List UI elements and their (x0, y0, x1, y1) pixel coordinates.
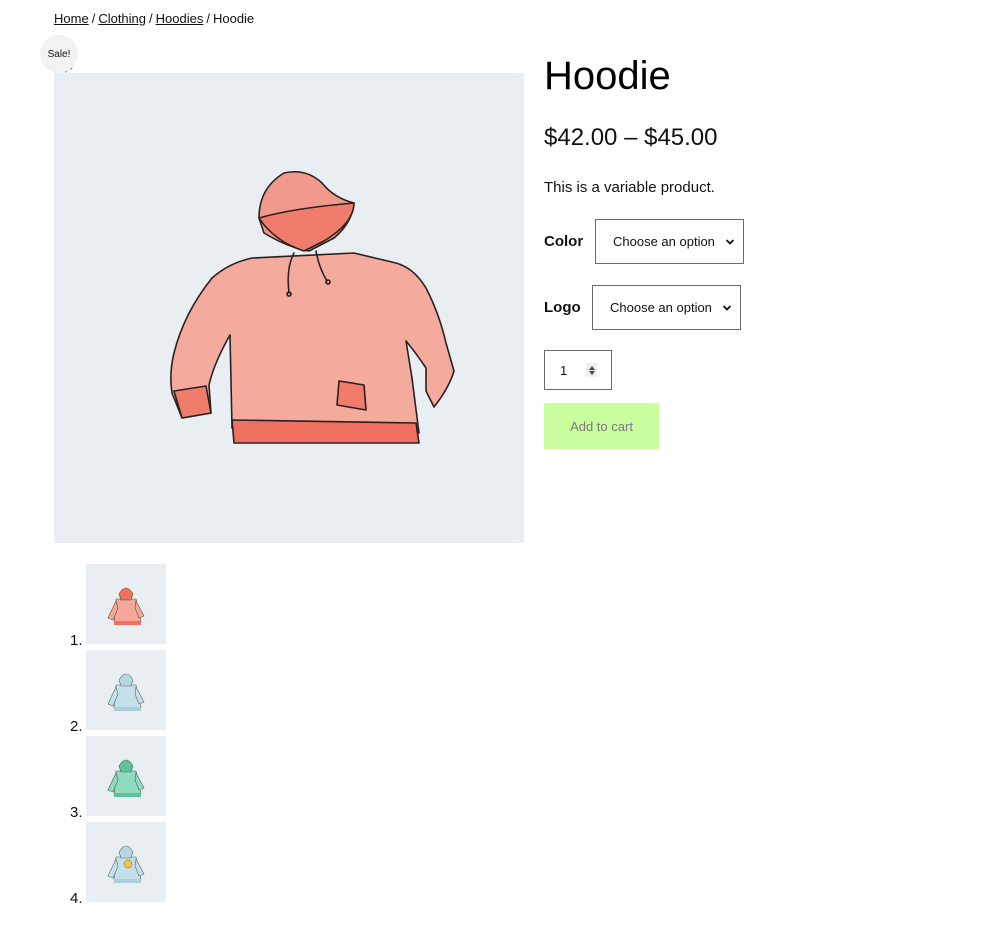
breadcrumb-current: Hoodie (212, 11, 255, 26)
thumbnail-number: 1. (70, 632, 83, 649)
logo-select[interactable]: Choose an option (592, 285, 741, 330)
sale-badge: Sale! (40, 35, 78, 73)
breadcrumb-clothing[interactable]: Clothing (98, 11, 146, 26)
hoodie-thumb-icon (107, 845, 145, 883)
thumbnail-item: 1. (54, 564, 166, 649)
logo-select-value: Choose an option (610, 300, 712, 315)
stepper-down-icon[interactable] (588, 370, 595, 375)
thumbnail-red-hoodie[interactable] (86, 564, 166, 644)
price-range: $42.00 – $45.00 (544, 124, 718, 151)
logo-label: Logo (544, 299, 581, 316)
breadcrumb-separator: / (91, 11, 96, 26)
short-description: This is a variable product. (544, 179, 715, 196)
product-main-image[interactable] (54, 73, 524, 543)
quantity-value: 1 (560, 362, 568, 378)
stepper-up-icon[interactable] (588, 365, 595, 370)
breadcrumb-separator: / (149, 11, 153, 26)
thumbnail-list: 1. 2. 3. 4. (54, 564, 166, 908)
thumbnail-item: 4. (54, 822, 166, 907)
thumbnail-number: 3. (70, 804, 83, 821)
breadcrumb-hoodies[interactable]: Hoodies (156, 11, 204, 26)
hoodie-illustration (170, 170, 455, 444)
color-select[interactable]: Choose an option (595, 219, 744, 264)
hoodie-thumb-icon (107, 587, 145, 625)
thumbnail-number: 4. (70, 890, 83, 907)
variation-logo-row: Logo Choose an option (544, 285, 741, 330)
breadcrumb-home[interactable]: Home (54, 11, 89, 26)
variation-color-row: Color Choose an option (544, 219, 744, 264)
product-title: Hoodie (544, 54, 671, 98)
add-to-cart-button[interactable]: Add to cart (544, 403, 659, 449)
hoodie-thumb-icon (107, 673, 145, 711)
thumbnail-blue-hoodie[interactable] (86, 650, 166, 730)
thumbnail-blue-hoodie-with-logo[interactable] (86, 822, 166, 902)
hoodie-thumb-icon (107, 759, 145, 797)
breadcrumb-separator: / (206, 11, 210, 26)
color-label: Color (544, 233, 584, 250)
thumbnail-item: 3. (54, 736, 166, 821)
thumbnail-item: 2. (54, 650, 166, 735)
chevron-down-icon (722, 304, 732, 311)
thumbnail-green-hoodie[interactable] (86, 736, 166, 816)
thumbnail-number: 2. (70, 718, 83, 735)
breadcrumb: Home / Clothing / Hoodies / Hoodie (54, 11, 254, 27)
color-select-value: Choose an option (613, 234, 715, 249)
chevron-down-icon (725, 238, 735, 245)
quantity-stepper[interactable] (586, 363, 597, 377)
quantity-input[interactable]: 1 (544, 350, 612, 390)
logo-icon (123, 859, 133, 869)
